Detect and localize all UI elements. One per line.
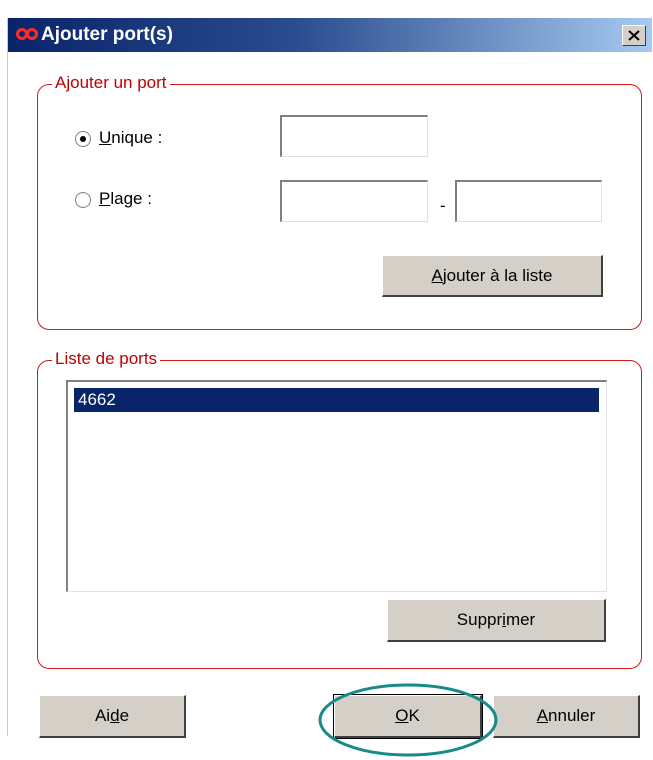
single-port-radio[interactable] xyxy=(75,131,91,147)
range-from-input[interactable] xyxy=(280,180,428,222)
help-label-end: e xyxy=(119,706,130,725)
window-title: Ajouter port(s) xyxy=(41,24,173,45)
port-list-legend: Liste de ports xyxy=(52,349,161,369)
close-button[interactable] xyxy=(622,25,646,46)
help-button[interactable]: Ai d e xyxy=(39,695,186,738)
single-port-label-rest: nique : xyxy=(111,128,163,147)
cancel-mnemonic: A xyxy=(536,706,549,725)
remove-label-start: Suppr xyxy=(456,610,503,629)
single-port-label-mnemonic: U xyxy=(99,128,112,147)
close-icon xyxy=(628,30,640,41)
add-to-list-mnemonic: A xyxy=(431,265,443,285)
remove-button[interactable]: Suppr i mer xyxy=(387,599,606,642)
remove-label-end: mer xyxy=(505,610,536,629)
range-port-label-mnemonic: P xyxy=(99,189,111,208)
add-to-list-button[interactable]: Ajouter à la liste xyxy=(382,255,603,297)
help-mnemonic: d xyxy=(110,706,120,725)
cancel-button[interactable]: Annuler xyxy=(493,695,640,738)
help-label-start: Ai xyxy=(94,706,111,725)
range-port-radio[interactable] xyxy=(75,192,91,208)
add-port-legend: Ajouter un port xyxy=(52,73,170,93)
radio-selected-dot xyxy=(80,136,86,142)
single-port-label[interactable]: Unique : xyxy=(99,128,162,148)
list-item-selected[interactable]: 4662 xyxy=(74,388,599,412)
add-to-list-rest: jouter à la liste xyxy=(442,265,553,285)
range-port-label[interactable]: Plage : xyxy=(99,189,152,209)
range-to-input[interactable] xyxy=(455,180,602,222)
infinity-icon xyxy=(16,28,38,40)
range-port-label-rest: lage : xyxy=(110,189,152,208)
cancel-label-rest: nnuler xyxy=(548,706,596,725)
ok-button[interactable]: OK xyxy=(333,694,483,739)
title-bar[interactable]: Ajouter port(s) xyxy=(8,18,652,52)
range-separator: - xyxy=(440,196,446,215)
dialog-window: Ajouter port(s) Ajouter un port Unique :… xyxy=(7,18,652,739)
single-port-input[interactable] xyxy=(280,115,428,157)
port-listbox[interactable]: 4662 xyxy=(66,380,607,592)
ok-mnemonic: O xyxy=(395,706,409,725)
ok-label-rest: K xyxy=(408,706,420,725)
